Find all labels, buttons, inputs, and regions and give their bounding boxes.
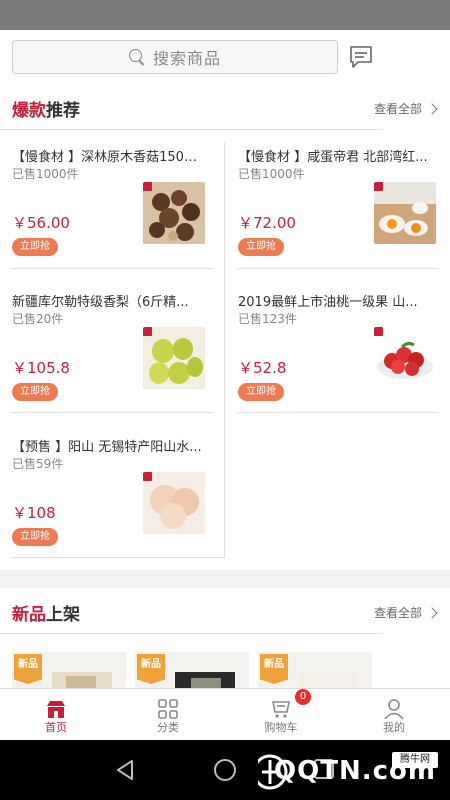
product-image [298, 672, 358, 688]
product-name: 新疆库尔勒特级香梨（6斤精... [12, 295, 189, 310]
tab-home[interactable]: 首页 [0, 689, 112, 741]
search-input[interactable]: 搜索商品 [12, 40, 338, 74]
product-image [143, 472, 205, 534]
new-tag: 新品 [137, 654, 165, 684]
app-content: 搜索商品 爆款推荐 查看全部 【慢食材 】深林原木香菇150g... 已售100… [0, 30, 450, 688]
back-icon[interactable] [114, 758, 136, 782]
product-card[interactable]: 2019最鲜上市油桃一级果 山... 已售123件 ￥52.8 立即抢 [226, 285, 450, 429]
search-placeholder: 搜索商品 [152, 49, 221, 68]
product-sold-count: 已售1000件 [12, 167, 79, 181]
product-sold-count: 已售20件 [12, 312, 64, 326]
product-name: 2019最鲜上市油桃一级果 山... [238, 295, 418, 310]
product-sold-count: 已售59件 [12, 457, 64, 471]
tab-mine[interactable]: 我的 [338, 689, 450, 741]
chevron-right-icon [426, 102, 438, 115]
product-price: ￥108 [12, 504, 56, 522]
product-name: 【慢食材 】咸蛋帝君 北部湾红... [238, 150, 428, 165]
product-image [175, 672, 235, 688]
new-section-header: 新品上架 查看全部 [0, 588, 450, 634]
buy-now-button[interactable]: 立即抢 [12, 528, 58, 546]
cart-icon [272, 701, 290, 718]
shop-badge-icon [143, 182, 152, 191]
product-image [374, 327, 436, 389]
product-price: ￥72.00 [238, 214, 296, 232]
product-sold-count: 已售123件 [238, 312, 297, 326]
new-product-card[interactable]: 新品 [258, 652, 372, 688]
new-product-card[interactable]: 新品 [12, 652, 126, 688]
product-name: 【预售 】阳山 无锡特产阳山水... [12, 440, 202, 455]
tab-label: 分类 [157, 721, 179, 734]
product-grid: 【慢食材 】深林原木香菇150g... 已售1000件 ￥56.00 立即抢 【… [0, 130, 450, 590]
tab-cart[interactable]: 0 购物车 [225, 689, 337, 741]
product-sold-count: 已售1000件 [238, 167, 305, 181]
new-tag: 新品 [14, 654, 42, 684]
product-image [143, 327, 205, 389]
buy-now-button[interactable]: 立即抢 [238, 383, 284, 401]
search-icon [128, 49, 145, 65]
buy-now-button[interactable]: 立即抢 [238, 238, 284, 256]
product-name: 【慢食材 】深林原木香菇150g... [12, 150, 202, 165]
product-price: ￥105.8 [12, 359, 70, 377]
hot-section-title: 爆款推荐 [12, 101, 80, 121]
divider [0, 633, 382, 634]
product-image [374, 182, 436, 244]
tab-label: 我的 [383, 721, 405, 734]
tab-label: 购物车 [264, 721, 298, 734]
watermark-subtext: 腾牛网 [392, 752, 438, 768]
home-icon [47, 701, 65, 718]
product-card[interactable]: 【慢食材 】咸蛋帝君 北部湾红... 已售1000件 ￥72.00 立即抢 [226, 140, 450, 284]
new-product-card[interactable]: 新品 [135, 652, 249, 688]
home-nav-icon[interactable] [213, 758, 237, 782]
new-section-title: 新品上架 [12, 605, 80, 625]
product-card[interactable]: 【预售 】阳山 无锡特产阳山水... 已售59件 ￥108 立即抢 [0, 430, 225, 574]
buy-now-button[interactable]: 立即抢 [12, 238, 58, 256]
product-image [52, 672, 112, 688]
grid-icon [158, 699, 178, 719]
chevron-right-icon [426, 606, 438, 619]
cart-count-badge: 0 [295, 689, 311, 705]
product-card[interactable]: 【慢食材 】深林原木香菇150g... 已售1000件 ￥56.00 立即抢 [0, 140, 225, 284]
shop-badge-icon [143, 327, 152, 336]
shop-badge-icon [374, 327, 383, 336]
product-price: ￥52.8 [238, 359, 287, 377]
search-row: 搜索商品 [0, 30, 450, 86]
hot-view-all-link[interactable]: 查看全部 [374, 100, 438, 117]
new-products-strip: 新品 新品 新品 [0, 642, 450, 688]
bottom-tab-bar: 首页 分类 0 购物车 我的 [0, 688, 450, 740]
shop-badge-icon [143, 472, 152, 481]
product-card[interactable]: 新疆库尔勒特级香梨（6斤精... 已售20件 ￥105.8 立即抢 [0, 285, 225, 429]
user-icon [384, 699, 404, 720]
status-bar [0, 0, 450, 30]
message-icon[interactable] [348, 44, 374, 70]
buy-now-button[interactable]: 立即抢 [12, 383, 58, 401]
hot-section-header: 爆款推荐 查看全部 [0, 84, 450, 130]
product-image [143, 182, 205, 244]
tab-category[interactable]: 分类 [112, 689, 224, 741]
tab-label: 首页 [45, 721, 67, 734]
new-view-all-link[interactable]: 查看全部 [374, 604, 438, 621]
product-price: ￥56.00 [12, 214, 70, 232]
new-tag: 新品 [260, 654, 288, 684]
shop-badge-icon [374, 182, 383, 191]
